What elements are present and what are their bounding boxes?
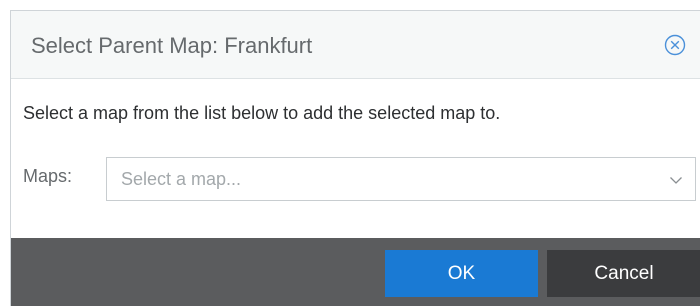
select-parent-map-dialog: Select Parent Map: Frankfurt Select a ma… bbox=[10, 10, 700, 306]
close-circle-icon bbox=[664, 34, 686, 56]
maps-label: Maps: bbox=[23, 166, 73, 186]
maps-select[interactable]: Select a map... bbox=[106, 157, 696, 201]
cancel-button[interactable]: Cancel bbox=[547, 250, 700, 297]
maps-select-placeholder: Select a map... bbox=[121, 169, 242, 189]
dialog-title: Select Parent Map: Frankfurt bbox=[31, 33, 313, 58]
dialog-footer: OK Cancel bbox=[11, 238, 700, 306]
instruction-text: Select a map from the list below to add … bbox=[23, 103, 501, 123]
chevron-down-icon bbox=[670, 177, 682, 184]
ok-button[interactable]: OK bbox=[385, 250, 538, 297]
close-button[interactable] bbox=[664, 34, 686, 56]
dialog-header: Select Parent Map: Frankfurt bbox=[11, 11, 700, 79]
dialog-body: Select a map from the list below to add … bbox=[11, 80, 700, 238]
